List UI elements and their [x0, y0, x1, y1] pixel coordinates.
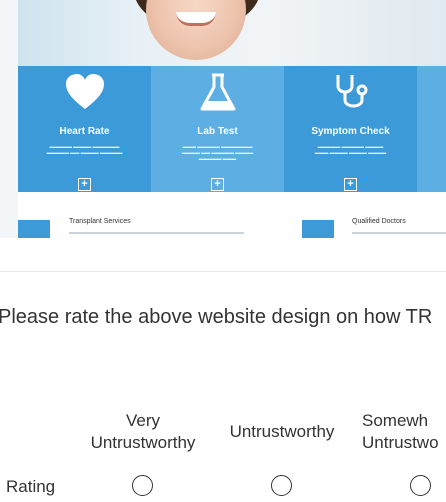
- column-somewhat-untrustworthy: Somewh Untrustwo: [362, 410, 446, 454]
- column-label: Very Untrustworthy: [90, 411, 196, 452]
- panel-description: ▬▬▬ ▬▬▬▬▬ ▬▬▬▬▬▬▬ ▬▬▬▬ ▬▬ ▬▬▬▬▬ ▬▬▬▬ ▬▬▬▬▬…: [181, 144, 254, 161]
- plus-icon: +: [211, 178, 224, 191]
- panel-lab-test: Lab Test ▬▬▬ ▬▬▬▬▬ ▬▬▬▬▬▬▬ ▬▬▬▬ ▬▬ ▬▬▬▬▬ …: [151, 66, 284, 192]
- flask-icon: [200, 73, 236, 111]
- radio-somewhat-untrustworthy[interactable]: [410, 475, 431, 496]
- service-transplant: Transplant Services: [69, 218, 131, 225]
- question-text: Please rate the above website design on …: [0, 306, 433, 328]
- service-icon: [18, 220, 50, 238]
- column-label: Untrustworthy: [229, 422, 335, 441]
- service-doctors: Qualified Doctors: [352, 218, 406, 225]
- panel-title: Symptom Check: [311, 126, 390, 137]
- panel-partial: [417, 66, 446, 192]
- service-text-line: [69, 232, 244, 234]
- plus-icon: +: [78, 178, 91, 191]
- hero-photo: [18, 0, 446, 66]
- service-icon: [302, 220, 334, 238]
- services-row: Transplant Services Qualified Doctors: [18, 192, 446, 238]
- radio-very-untrustworthy[interactable]: [132, 475, 153, 496]
- panel-description: ▬▬▬▬▬ ▬▬▬▬▬ ▬▬▬▬ ▬▬▬ ▬▬▬▬ ▬▬▬▬ ▬▬▬▬: [314, 144, 387, 155]
- panel-title: Lab Test: [197, 126, 238, 137]
- heart-icon: [66, 74, 104, 109]
- panel-symptom-check: Symptom Check ▬▬▬▬▬ ▬▬▬▬▬ ▬▬▬▬ ▬▬▬ ▬▬▬▬ ▬…: [284, 66, 417, 192]
- panel-heart-rate: Heart Rate ▬▬▬▬▬ ▬▬▬▬ ▬▬▬▬▬▬ ▬▬▬▬▬ ▬▬ ▬▬▬…: [18, 66, 151, 192]
- column-label: Somewh Untrustwo: [362, 411, 439, 452]
- stethoscope-icon: [336, 75, 368, 108]
- row-label-rating: Rating: [6, 477, 56, 496]
- panel-description: ▬▬▬▬▬ ▬▬▬▬ ▬▬▬▬▬▬ ▬▬▬▬▬ ▬▬ ▬▬▬▬ ▬▬▬▬▬: [46, 144, 123, 155]
- column-untrustworthy: Untrustworthy: [222, 421, 342, 443]
- panel-title: Heart Rate: [59, 126, 110, 137]
- doctor-face: [146, 0, 246, 60]
- feature-panels: Heart Rate ▬▬▬▬▬ ▬▬▬▬ ▬▬▬▬▬▬ ▬▬▬▬▬ ▬▬ ▬▬▬…: [18, 66, 446, 192]
- radio-untrustworthy[interactable]: [271, 475, 292, 496]
- plus-icon: +: [344, 178, 357, 191]
- website-screenshot: Heart Rate ▬▬▬▬▬ ▬▬▬▬ ▬▬▬▬▬▬ ▬▬▬▬▬ ▬▬ ▬▬▬…: [0, 0, 446, 238]
- service-text-line: [352, 232, 446, 234]
- divider: [0, 271, 446, 272]
- column-very-untrustworthy: Very Untrustworthy: [84, 410, 202, 454]
